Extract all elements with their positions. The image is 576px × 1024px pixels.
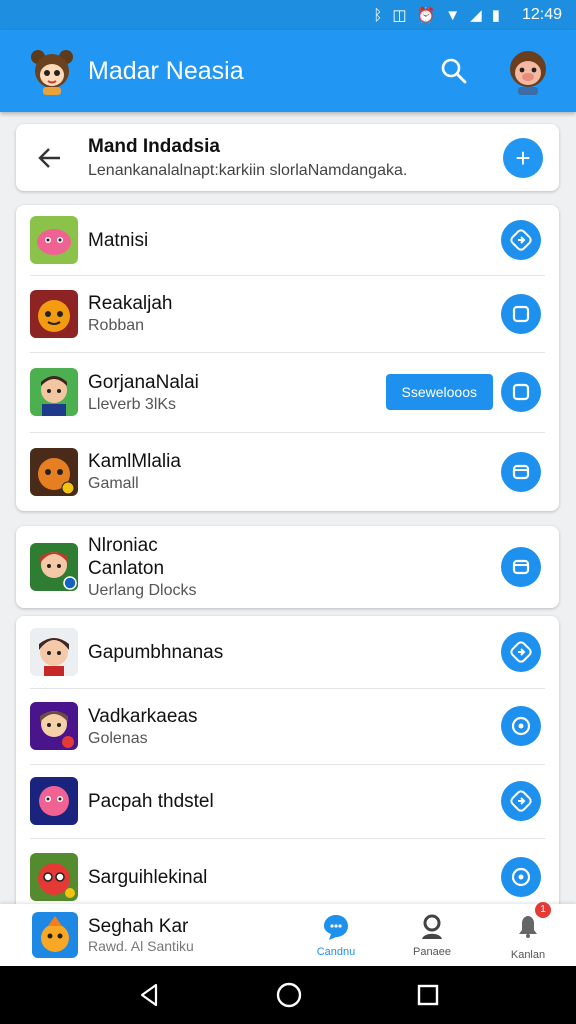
header-title: Mand Indadsia xyxy=(88,135,220,157)
item-subtitle: Lleverb 3lKs xyxy=(88,395,177,413)
notification-badge: 1 xyxy=(535,901,551,918)
target-button[interactable] xyxy=(501,857,541,897)
play-button[interactable] xyxy=(501,220,541,260)
back-triangle-icon[interactable] xyxy=(136,982,162,1008)
game-thumbnail xyxy=(30,853,78,901)
list-card-1: Matnisi Reakaljah Robban GorjanaNalai Ll… xyxy=(16,205,559,511)
app-bar: Madar Neasia xyxy=(0,30,576,112)
person-icon xyxy=(422,914,442,939)
open-button[interactable] xyxy=(501,451,541,492)
game-thumbnail xyxy=(30,216,78,264)
list-item[interactable]: Gapumbhnanas xyxy=(16,616,559,688)
header-card: Mand Indadsia Lenankanalalnapt:karkiin s… xyxy=(16,124,559,191)
bluetooth-icon: ᛒ xyxy=(373,6,383,24)
square-icon xyxy=(512,383,530,401)
item-title: Matnisi xyxy=(88,229,149,251)
arrow-back-icon xyxy=(38,147,60,168)
item-title: Sarguihlekinal xyxy=(88,866,208,888)
target-icon xyxy=(511,867,531,887)
list-item[interactable]: Reakaljah Robban xyxy=(16,275,559,352)
list-item[interactable]: Vadkarkaeas Golenas xyxy=(16,688,559,764)
plus-icon: + xyxy=(515,142,531,173)
action-chip[interactable]: Ssewelooos xyxy=(385,374,493,410)
open-button[interactable] xyxy=(501,372,541,412)
status-bar: ᛒ ◫ ⏰ ▼ ◢ ▮ 12:49 xyxy=(0,0,576,30)
add-button[interactable]: + xyxy=(503,137,543,178)
list-item[interactable]: GorjanaNalai Lleverb 3lKs Ssewelooos xyxy=(16,352,559,432)
play-button[interactable] xyxy=(501,632,541,672)
list-item[interactable]: Pacpah thdstel xyxy=(16,764,559,838)
wifi-icon: ▼ xyxy=(445,6,461,24)
item-title: Pacpah thdstel xyxy=(88,790,214,812)
open-button[interactable] xyxy=(501,547,541,587)
arrow-right-icon xyxy=(510,229,532,251)
target-button[interactable] xyxy=(501,706,541,746)
item-title-line1: Nlroniac xyxy=(88,535,158,556)
game-thumbnail xyxy=(30,368,78,416)
list-item[interactable]: Matnisi xyxy=(16,205,559,275)
alarm-icon: ⏰ xyxy=(416,6,436,24)
nav-item-chat[interactable]: Candnu xyxy=(288,912,384,958)
item-title: Vadkarkaeas xyxy=(88,705,198,727)
nav-label: Candnu xyxy=(316,946,356,958)
now-playing-title: Seghah Kar xyxy=(88,916,189,937)
battery-icon: ▮ xyxy=(491,6,500,24)
item-title: GorjanaNalai xyxy=(88,371,199,393)
search-icon xyxy=(441,58,467,84)
item-title: KamlMlalia xyxy=(88,451,181,472)
search-button[interactable] xyxy=(434,51,474,91)
list-item[interactable]: KamlMlalia Gamall xyxy=(16,432,559,511)
item-subtitle: Robban xyxy=(88,317,145,334)
item-subtitle: Uerlang Dlocks xyxy=(88,582,197,599)
nav-item-notifications[interactable]: 1 Kanlan xyxy=(480,901,576,961)
arrow-right-icon xyxy=(510,790,532,812)
nav-label: Kanlan xyxy=(510,948,546,961)
item-title: Gapumbhnanas xyxy=(88,641,224,663)
current-game-thumbnail[interactable] xyxy=(32,912,78,958)
game-thumbnail xyxy=(30,447,78,496)
list-card-2: Nlroniac Canlaton Uerlang Dlocks xyxy=(16,526,559,608)
status-time: 12:49 xyxy=(521,6,562,23)
chat-bubble-icon xyxy=(324,915,348,940)
app-logo-icon xyxy=(31,50,73,95)
item-subtitle: Gamall xyxy=(88,475,139,492)
home-circle-icon[interactable] xyxy=(275,981,303,1009)
item-title-line2: Canlaton xyxy=(88,558,165,579)
list-item[interactable]: Nlroniac Canlaton Uerlang Dlocks xyxy=(16,526,559,608)
game-thumbnail xyxy=(30,289,78,338)
profile-avatar[interactable] xyxy=(502,45,554,97)
item-title: Reakaljah xyxy=(88,293,173,314)
card-icon xyxy=(512,559,530,575)
header-subtitle: Lenankanalalnapt:karkiin slorlaNamdangak… xyxy=(88,161,408,179)
recents-square-icon[interactable] xyxy=(416,983,440,1007)
target-icon xyxy=(511,716,531,736)
nav-label: Panaee xyxy=(413,946,451,958)
now-playing-subtitle: Rawd. Al Santiku xyxy=(88,938,194,954)
system-navigation-bar xyxy=(0,966,576,1024)
game-thumbnail xyxy=(30,628,78,676)
game-thumbnail xyxy=(30,777,78,825)
back-button[interactable] xyxy=(32,140,68,176)
open-button[interactable] xyxy=(501,293,541,334)
game-thumbnail xyxy=(30,543,78,591)
item-subtitle: Golenas xyxy=(88,729,148,747)
app-title: Madar Neasia xyxy=(88,56,244,85)
now-playing[interactable]: Seghah Kar Rawd. Al Santiku xyxy=(88,916,288,954)
card-icon xyxy=(512,464,530,479)
vibrate-icon: ◫ xyxy=(392,6,407,24)
signal-icon: ◢ xyxy=(470,6,482,24)
bottom-navigation: Seghah Kar Rawd. Al Santiku Candnu Panae… xyxy=(0,901,576,966)
game-thumbnail xyxy=(30,702,78,750)
arrow-right-icon xyxy=(510,641,532,663)
nav-item-profile[interactable]: Panaee xyxy=(384,912,480,958)
list-card-3: Gapumbhnanas Vadkarkaeas Golenas Pacpah … xyxy=(16,616,559,916)
square-icon xyxy=(512,305,530,322)
play-button[interactable] xyxy=(501,781,541,821)
